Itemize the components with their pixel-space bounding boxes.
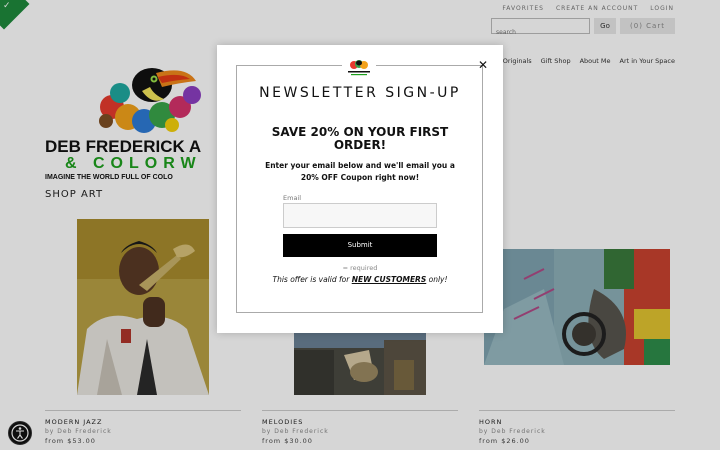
modal-logo — [342, 57, 376, 79]
offer-prefix: This offer is valid for — [272, 275, 352, 284]
required-note: = required — [342, 264, 378, 272]
newsletter-modal: ✕ NEWSLETTER SIGN-UP SAVE 20% ON YOUR FI… — [217, 45, 503, 333]
page: ✓ FAVORITES CREATE AN ACCOUNT LOGIN Go (… — [0, 0, 720, 450]
offer-new-customers: NEW CUSTOMERS — [351, 275, 427, 284]
modal-description: Enter your email below and we'll email y… — [265, 161, 455, 182]
close-icon[interactable]: ✕ — [476, 58, 490, 72]
modal-offer: SAVE 20% ON YOUR FIRST ORDER! — [271, 125, 449, 152]
modal-heading: NEWSLETTER SIGN-UP — [259, 85, 461, 101]
email-field[interactable] — [283, 203, 437, 228]
submit-button[interactable]: Submit — [283, 234, 437, 257]
offer-suffix: only! — [426, 275, 448, 284]
offer-note: This offer is valid for NEW CUSTOMERS on… — [247, 275, 473, 284]
email-label: Email — [283, 194, 302, 202]
